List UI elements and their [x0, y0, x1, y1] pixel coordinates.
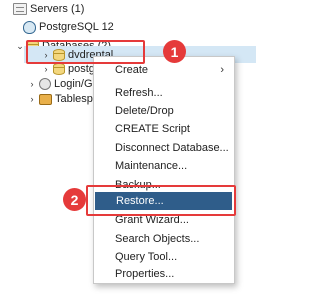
- menu-item-delete[interactable]: Delete/Drop: [94, 102, 234, 120]
- menu-item-create-script[interactable]: CREATE Script: [94, 120, 234, 138]
- menu-item-maintenance[interactable]: Maintenance...: [94, 157, 234, 175]
- menu-label-maintenance: Maintenance...: [115, 160, 188, 172]
- tree-label-servers: Servers (1): [30, 3, 85, 15]
- callout-box-step1: [26, 40, 145, 64]
- server-group-icon: [13, 3, 27, 15]
- menu-label-query-tool: Query Tool...: [115, 251, 178, 263]
- menu-item-search-objects[interactable]: Search Objects...: [94, 230, 234, 248]
- postgresql-server-icon: [23, 20, 36, 34]
- step-badge-2: 2: [63, 188, 86, 211]
- collapse-caret-icon[interactable]: ⌄: [16, 41, 24, 52]
- menu-label-refresh: Refresh...: [115, 87, 163, 99]
- expand-caret-icon[interactable]: ›: [28, 94, 36, 104]
- tree-label-server: PostgreSQL 12: [39, 21, 114, 33]
- database-icon: [53, 63, 65, 75]
- expand-caret-icon[interactable]: ›: [42, 64, 50, 74]
- menu-label-create: Create: [115, 64, 149, 76]
- menu-label-properties: Properties...: [115, 268, 175, 280]
- tree-node-servers[interactable]: Servers (1): [2, 0, 84, 18]
- expand-caret-icon[interactable]: ›: [28, 79, 36, 89]
- menu-item-disconnect[interactable]: Disconnect Database...: [94, 139, 234, 157]
- submenu-arrow-icon: ›: [220, 64, 224, 76]
- login-roles-icon: [39, 78, 51, 90]
- menu-label-disconnect: Disconnect Database...: [115, 142, 229, 154]
- menu-item-query-tool[interactable]: Query Tool...: [94, 248, 234, 266]
- menu-label-search-objects: Search Objects...: [115, 233, 200, 245]
- menu-item-refresh[interactable]: Refresh...: [94, 84, 234, 102]
- context-menu: Create › Refresh... Delete/Drop CREATE S…: [93, 56, 235, 284]
- tree-node-server[interactable]: PostgreSQL 12: [12, 18, 114, 36]
- menu-label-create-script: CREATE Script: [115, 123, 190, 135]
- step-badge-1: 1: [163, 40, 186, 63]
- menu-item-properties[interactable]: Properties...: [94, 265, 234, 283]
- menu-label-delete: Delete/Drop: [115, 105, 174, 117]
- tablespaces-icon: [39, 93, 52, 105]
- callout-box-step2: [86, 185, 236, 216]
